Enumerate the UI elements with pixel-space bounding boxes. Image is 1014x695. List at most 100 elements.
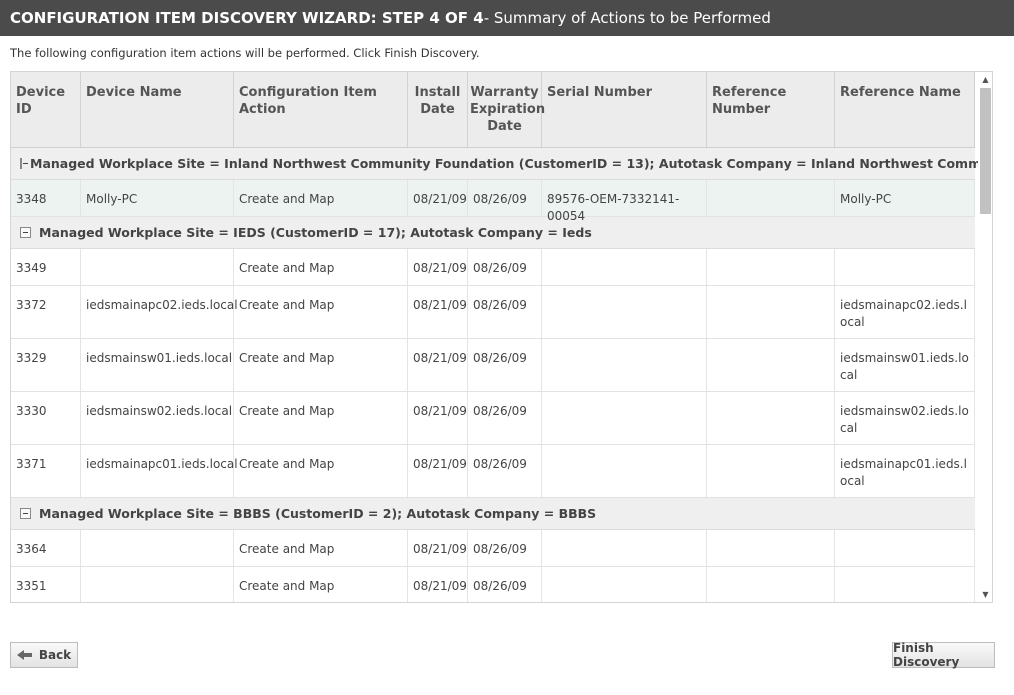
cell-warranty-date: 08/26/09	[468, 339, 542, 391]
table-row[interactable]: 3372 iedsmainapc02.ieds.local Create and…	[11, 286, 975, 339]
back-button[interactable]: Back	[10, 642, 78, 668]
cell-install-date: 08/21/09	[408, 530, 468, 566]
collapse-icon[interactable]	[20, 508, 31, 519]
cell-device-id: 3349	[11, 249, 81, 285]
table-row[interactable]: 3349 Create and Map 08/21/09 08/26/09	[11, 249, 975, 286]
cell-reference-name	[835, 530, 975, 566]
cell-reference-name: Molly-PC	[835, 180, 975, 216]
finish-discovery-button[interactable]: Finish Discovery	[892, 641, 995, 669]
cell-reference-number	[707, 392, 835, 444]
cell-serial-number	[542, 392, 707, 444]
cell-ci-action: Create and Map	[234, 530, 408, 566]
scroll-up-arrow-icon[interactable]: ▲	[978, 73, 992, 87]
cell-device-name: Molly-PC	[81, 180, 234, 216]
cell-reference-name: iedsmainsw01.ieds.local	[835, 339, 975, 391]
cell-device-name: iedsmainsw02.ieds.local	[81, 392, 234, 444]
cell-ci-action: Create and Map	[234, 567, 408, 602]
cell-ci-action: Create and Map	[234, 339, 408, 391]
cell-ci-action: Create and Map	[234, 445, 408, 497]
finish-discovery-label: Finish Discovery	[893, 641, 960, 669]
cell-install-date: 08/21/09	[408, 445, 468, 497]
scroll-down-arrow-icon[interactable]: ▼	[978, 588, 992, 602]
table-row[interactable]: 3348 Molly-PC Create and Map 08/21/09 08…	[11, 180, 975, 223]
cell-warranty-date: 08/26/09	[468, 392, 542, 444]
column-header-warranty-expiration[interactable]: Warranty Expiration Date	[468, 72, 545, 147]
cell-install-date: 08/21/09	[408, 249, 468, 285]
grid-header: Device ID Device Name Configuration Item…	[11, 72, 975, 148]
cell-serial-number	[542, 567, 707, 602]
group-header[interactable]: Managed Workplace Site = Inland Northwes…	[11, 148, 992, 180]
group-label: Managed Workplace Site = BBBS (CustomerI…	[39, 506, 597, 521]
cell-install-date: 08/21/09	[408, 567, 468, 602]
cell-serial-number	[542, 249, 707, 285]
cell-device-name	[81, 249, 234, 285]
collapse-icon[interactable]	[20, 158, 28, 169]
cell-serial-number: 89576-OEM-7332141-00054	[542, 180, 707, 223]
cell-device-name	[81, 530, 234, 566]
back-arrow-icon	[16, 649, 33, 661]
group-label: Managed Workplace Site = IEDS (CustomerI…	[39, 225, 592, 240]
cell-reference-number	[707, 567, 835, 602]
cell-reference-name: iedsmainapc02.ieds.local	[835, 286, 975, 338]
cell-serial-number	[542, 339, 707, 391]
collapse-icon[interactable]	[20, 227, 31, 238]
cell-warranty-date: 08/26/09	[468, 180, 542, 216]
cell-warranty-date: 08/26/09	[468, 567, 542, 602]
scrollbar-thumb[interactable]	[980, 88, 991, 214]
cell-install-date: 08/21/09	[408, 286, 468, 338]
group-label: Managed Workplace Site = Inland Northwes…	[30, 156, 992, 171]
group-header[interactable]: Managed Workplace Site = IEDS (CustomerI…	[11, 217, 975, 249]
cell-reference-number	[707, 249, 835, 285]
cell-reference-name: iedsmainapc01.ieds.local	[835, 445, 975, 497]
table-row[interactable]: 3329 iedsmainsw01.ieds.local Create and …	[11, 339, 975, 392]
cell-ci-action: Create and Map	[234, 180, 408, 216]
vertical-scrollbar[interactable]: ▲ ▼	[978, 72, 992, 602]
cell-device-name: iedsmainapc01.ieds.local	[81, 445, 238, 497]
column-header-reference-name[interactable]: Reference Name	[835, 72, 975, 147]
cell-device-name: iedsmainsw01.ieds.local	[81, 339, 234, 391]
cell-warranty-date: 08/26/09	[468, 445, 542, 497]
instructions-text: The following configuration item actions…	[10, 46, 480, 60]
cell-warranty-date: 08/26/09	[468, 286, 542, 338]
wizard-title-subtitle: - Summary of Actions to be Performed	[483, 9, 771, 27]
cell-warranty-date: 08/26/09	[468, 530, 542, 566]
wizard-title-bar: CONFIGURATION ITEM DISCOVERY WIZARD: STE…	[0, 0, 1014, 36]
column-header-device-id[interactable]: Device ID	[11, 72, 81, 147]
cell-ci-action: Create and Map	[234, 286, 408, 338]
cell-reference-name: iedsmainsw02.ieds.local	[835, 392, 975, 444]
table-row[interactable]: 3330 iedsmainsw02.ieds.local Create and …	[11, 392, 975, 445]
grid-body: Managed Workplace Site = Inland Northwes…	[11, 148, 992, 602]
cell-device-id: 3364	[11, 530, 81, 566]
cell-device-name	[81, 567, 234, 602]
cell-device-id: 3330	[11, 392, 81, 444]
column-header-serial-number[interactable]: Serial Number	[542, 72, 707, 147]
wizard-title-step: CONFIGURATION ITEM DISCOVERY WIZARD: STE…	[10, 9, 484, 27]
column-header-install-date[interactable]: Install Date	[408, 72, 468, 147]
table-row[interactable]: 3364 Create and Map 08/21/09 08/26/09	[11, 530, 975, 567]
table-row[interactable]: 3351 Create and Map 08/21/09 08/26/09	[11, 567, 975, 602]
cell-reference-number	[707, 180, 835, 216]
cell-serial-number	[542, 530, 707, 566]
table-row[interactable]: 3371 iedsmainapc01.ieds.local Create and…	[11, 445, 975, 498]
cell-install-date: 08/21/09	[408, 392, 468, 444]
group-header[interactable]: Managed Workplace Site = BBBS (CustomerI…	[11, 498, 975, 530]
column-header-device-name[interactable]: Device Name	[81, 72, 234, 147]
cell-device-name: iedsmainapc02.ieds.local	[81, 286, 238, 338]
cell-reference-number	[707, 445, 835, 497]
cell-serial-number	[542, 445, 707, 497]
cell-reference-number	[707, 339, 835, 391]
cell-reference-name	[835, 249, 975, 285]
cell-install-date: 08/21/09	[408, 180, 468, 216]
column-header-ci-action[interactable]: Configuration Item Action	[234, 72, 408, 147]
cell-reference-name	[835, 567, 975, 602]
cell-warranty-date: 08/26/09	[468, 249, 542, 285]
cell-device-id: 3351	[11, 567, 81, 602]
cell-reference-number	[707, 530, 835, 566]
actions-grid: Device ID Device Name Configuration Item…	[10, 71, 993, 603]
cell-device-id: 3372	[11, 286, 81, 338]
column-header-reference-number[interactable]: Reference Number	[707, 72, 835, 147]
cell-device-id: 3329	[11, 339, 81, 391]
back-button-label: Back	[38, 648, 72, 662]
cell-device-id: 3348	[11, 180, 81, 216]
cell-reference-number	[707, 286, 835, 338]
